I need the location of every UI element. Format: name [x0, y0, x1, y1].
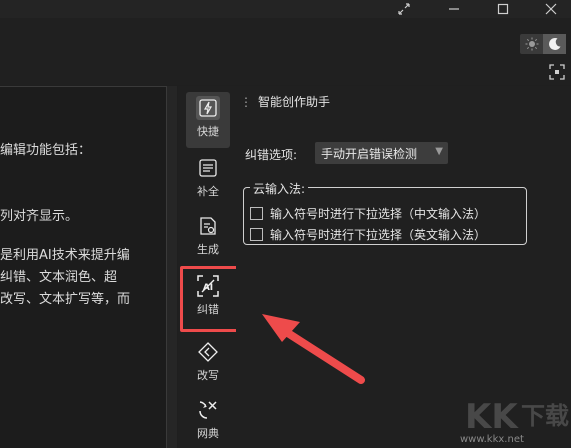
correction-mode-select[interactable]: 手动开启错误检测 ▼: [315, 142, 448, 164]
lightning-icon: [196, 96, 220, 120]
theme-toggle[interactable]: [520, 34, 566, 54]
rail-item-label: 改写: [197, 369, 219, 382]
diamond-rewrite-icon: [196, 340, 220, 364]
document-editor[interactable]: 编辑功能包括： 列对齐显示。 是利用AI技术来提升编 纠错、文本润色、超 改写、…: [0, 86, 167, 448]
ime-option-english[interactable]: 输入符号时进行下拉选择（英文输入法）: [250, 226, 486, 243]
rail-item-generate[interactable]: 生成: [186, 210, 230, 266]
checkbox[interactable]: [250, 228, 263, 241]
scrollbar[interactable]: [167, 86, 177, 448]
maximize-icon[interactable]: [483, 0, 523, 18]
chevron-down-icon: ▼: [435, 146, 443, 157]
cloud-ime-label: 云输入法:: [250, 180, 309, 197]
rail-item-label: 补全: [197, 185, 219, 198]
doc-line: 纠错、文本润色、超: [0, 270, 118, 285]
close-icon[interactable]: [531, 0, 571, 18]
checkbox[interactable]: [250, 207, 263, 220]
translate-icon: [196, 398, 220, 422]
doc-line: 改写、文本扩写等，而: [0, 292, 131, 307]
rail-item-complete[interactable]: 补全: [186, 152, 230, 208]
panel-title: ⋮ 智能创作助手: [240, 95, 331, 109]
doc-line: 是利用AI技术来提升编: [0, 248, 130, 263]
select-value: 手动开启错误检测: [321, 146, 418, 161]
doc-line: 列对齐显示。: [0, 209, 79, 224]
svg-text:下载: 下载: [521, 402, 569, 430]
minimize-icon[interactable]: [434, 0, 474, 18]
title-bar: [0, 0, 571, 18]
document-generate-icon: [196, 214, 220, 238]
restore-down-icon[interactable]: [384, 0, 424, 18]
expand-icon[interactable]: [549, 64, 565, 80]
sun-icon[interactable]: [520, 34, 543, 54]
checkbox-label: 输入符号时进行下拉选择（英文输入法）: [270, 228, 487, 242]
rail-item-shortcut[interactable]: 快捷: [186, 92, 230, 148]
watermark-url: www.kkx.net: [460, 434, 524, 445]
drag-handle-icon[interactable]: ⋮: [240, 95, 252, 109]
svg-text:KK: KK: [465, 397, 519, 437]
highlight-box: [180, 266, 242, 332]
correction-option-label: 纠错选项:: [245, 148, 298, 162]
doc-line: 编辑功能包括：: [0, 143, 92, 158]
ime-option-chinese[interactable]: 输入符号时进行下拉选择（中文输入法）: [250, 205, 486, 222]
rail-item-dictionary[interactable]: 网典: [186, 394, 230, 448]
document-complete-icon: [196, 156, 220, 180]
rail-item-label: 生成: [197, 243, 219, 256]
rail-item-label: 快捷: [197, 125, 219, 138]
checkbox-label: 输入符号时进行下拉选择（中文输入法）: [270, 207, 487, 221]
toolbar-area: [0, 18, 571, 85]
rail-item-label: 网典: [197, 427, 219, 440]
rail-item-rewrite[interactable]: 改写: [186, 336, 230, 392]
moon-icon[interactable]: [543, 34, 566, 54]
